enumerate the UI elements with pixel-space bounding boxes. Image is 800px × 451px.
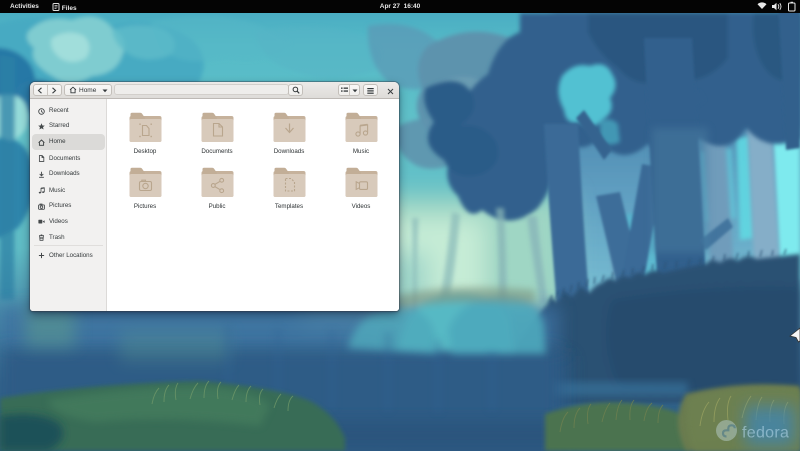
svg-text:fedora: fedora bbox=[742, 425, 789, 442]
